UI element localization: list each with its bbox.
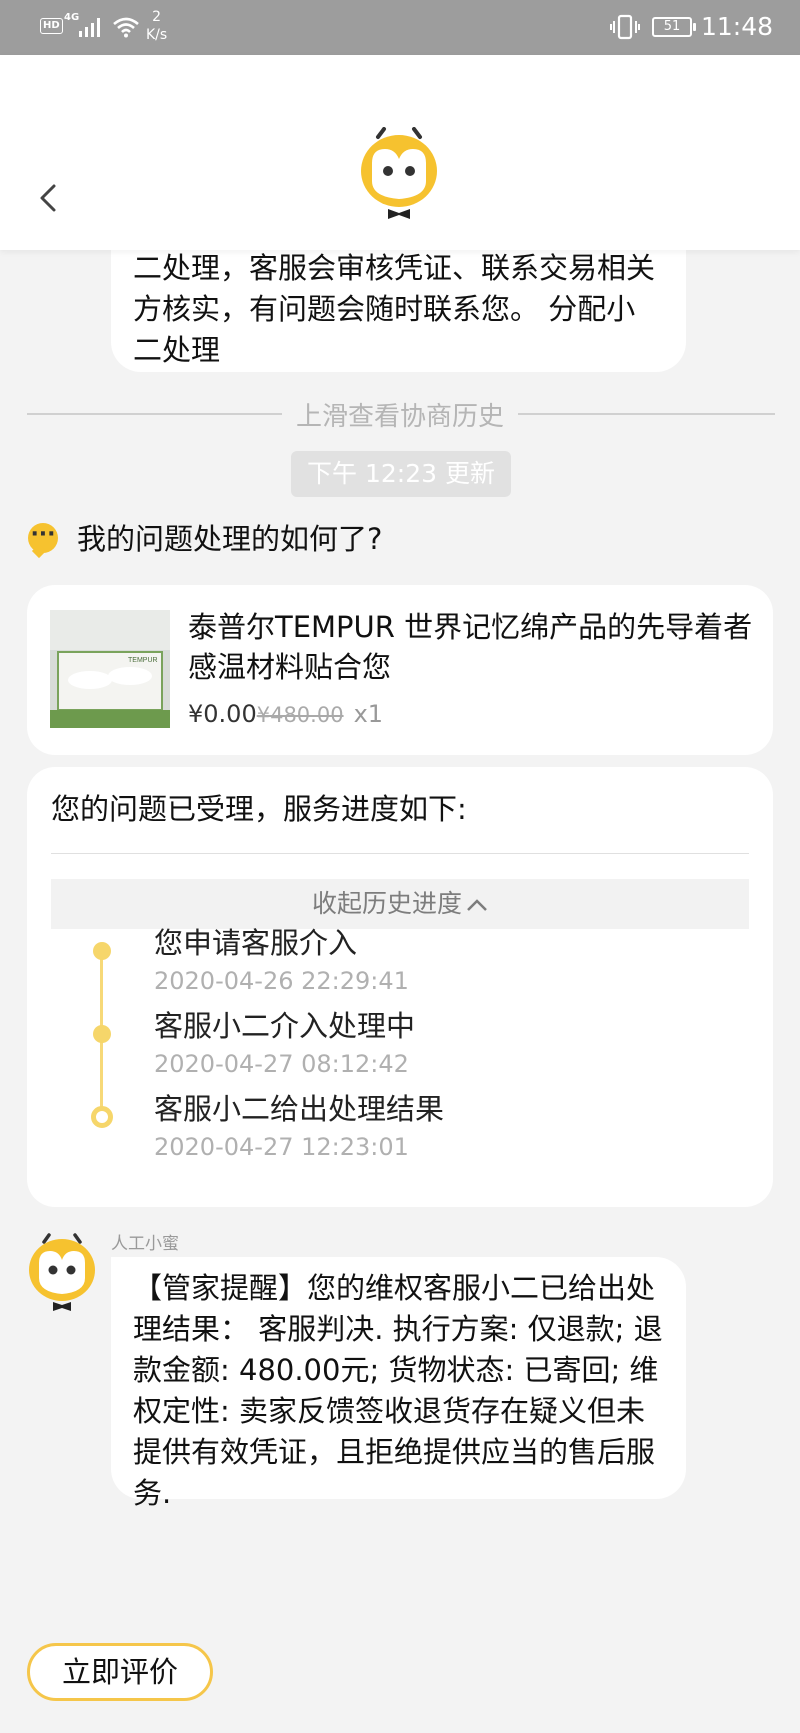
chevron-left-icon[interactable] [30,170,66,226]
history-hint[interactable]: 上滑查看协商历史 [0,396,800,433]
product-card[interactable]: TEMPUR 泰普尔TEMPUR 世界记忆绵产品的先导着者 感温材料贴合您 ¥0… [27,585,773,755]
dots-glyph: ··· [30,522,56,547]
step-label: 客服小二给出处理结果 [154,1092,445,1126]
product-title[interactable]: 泰普尔TEMPUR 世界记忆绵产品的先导着者 感温材料贴合您 [188,607,758,687]
step-label: 您申请客服介入 [154,926,358,960]
progress-card: 您的问题已受理，服务进度如下: 收起历史进度 您申请客服介入 2020-04-2… [27,767,773,1207]
thumb-brand: TEMPUR [128,657,158,664]
app-header [0,55,800,250]
battery-icon: 51 [652,17,696,37]
collapse-history-button[interactable]: 收起历史进度 [51,879,749,929]
chat-dots-icon: ··· [28,523,58,553]
network-speed: 2 K/s [146,8,167,44]
wifi-icon [113,17,139,38]
agent-name: 人工小蜜 [111,1234,179,1254]
product-original-price: ¥480.00 [256,703,344,727]
signal-icon [79,18,100,37]
hd-badge: HD [40,18,63,34]
product-price: ¥0.00 [188,700,257,728]
vibrate-icon [610,14,640,40]
progress-divider [51,853,749,854]
step-time: 2020-04-27 08:12:42 [154,1050,409,1078]
rate-now-button[interactable]: 立即评价 [27,1643,213,1701]
agent-avatar[interactable] [27,1232,97,1312]
product-price-row: ¥0.00¥480.00 x1 [188,697,383,732]
timeline-dot [93,942,111,960]
chevron-up-icon [467,899,487,911]
agent-message-bubble: 【管家提醒】您的维权客服小二已给出处理结果： 客服判决. 执行方案: 仅退款; … [111,1257,686,1510]
timeline-dot-current [91,1106,113,1128]
product-image: TEMPUR [50,610,170,728]
progress-title: 您的问题已受理，服务进度如下: [51,792,467,826]
owl-mascot-icon [361,127,437,219]
speed-unit: K/s [146,27,168,43]
question-text[interactable]: 我的问题处理的如何了? [77,519,382,559]
network-type: 4G [64,12,80,23]
product-thumbnail[interactable]: TEMPUR [50,610,170,728]
step-time: 2020-04-27 12:23:01 [154,1133,409,1161]
step-label: 客服小二介入处理中 [154,1009,416,1043]
timeline-dot [93,1025,111,1043]
update-time-badge: 下午 12:23 更新 [291,451,511,497]
collapse-label: 收起历史进度 [311,889,462,918]
clock: 11:48 [701,12,774,41]
speed-value: 2 [152,9,162,25]
step-time: 2020-04-26 22:29:41 [154,967,409,995]
status-bar: HD 4G 2 K/s 51 11:48 [0,0,800,55]
product-quantity: x1 [353,700,384,728]
